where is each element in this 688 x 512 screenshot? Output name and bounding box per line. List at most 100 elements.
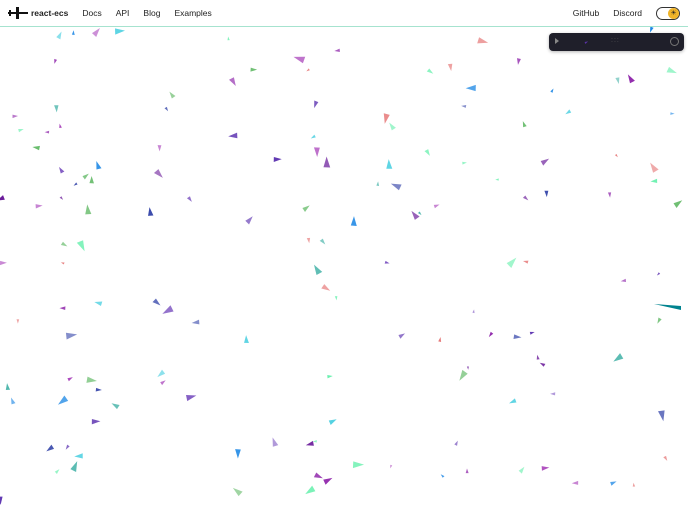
paper-plane xyxy=(386,159,393,169)
paper-plane xyxy=(245,216,253,225)
paper-plane xyxy=(627,74,635,84)
paper-plane xyxy=(383,113,390,124)
paper-plane xyxy=(607,192,612,198)
paper-plane xyxy=(650,178,658,183)
paper-plane xyxy=(522,195,529,201)
airplane-logo-icon xyxy=(8,7,28,19)
paper-plane xyxy=(306,237,311,244)
paper-plane xyxy=(663,455,668,461)
brand-name: react-ecs xyxy=(31,8,69,18)
paper-plane xyxy=(54,105,59,113)
paper-plane xyxy=(632,482,636,487)
paper-plane xyxy=(658,410,665,422)
nav-blog[interactable]: Blog xyxy=(143,8,160,18)
paper-plane xyxy=(91,418,101,425)
paper-plane xyxy=(328,419,337,425)
paper-plane xyxy=(273,157,282,162)
paper-plane xyxy=(433,204,440,209)
nav-github[interactable]: GitHub xyxy=(573,8,599,18)
paper-plane xyxy=(488,331,494,338)
paper-plane xyxy=(584,41,589,44)
paper-plane xyxy=(71,30,75,35)
nav-examples[interactable]: Examples xyxy=(174,8,211,18)
paper-plane xyxy=(111,403,120,410)
paper-plane xyxy=(541,466,550,471)
paper-plane xyxy=(306,68,310,72)
paper-plane xyxy=(89,176,94,184)
paper-plane xyxy=(614,153,618,158)
paper-plane xyxy=(313,264,323,275)
paper-plane xyxy=(74,453,83,459)
paper-plane xyxy=(160,380,166,386)
paper-plane xyxy=(57,395,69,405)
paper-plane xyxy=(59,166,65,174)
sun-icon: ☀ xyxy=(668,7,679,19)
paper-plane xyxy=(472,309,475,314)
paper-plane xyxy=(384,260,390,264)
paper-plane xyxy=(235,449,241,459)
paper-plane xyxy=(376,181,380,186)
paper-plane xyxy=(293,56,306,64)
paper-plane xyxy=(459,369,468,381)
paper-planes-canvas xyxy=(0,27,683,505)
paper-plane xyxy=(438,337,442,343)
paper-plane xyxy=(424,149,430,156)
paper-plane xyxy=(656,272,661,276)
paper-plane xyxy=(466,366,469,370)
paper-plane xyxy=(232,487,243,497)
paper-plane xyxy=(540,158,550,166)
paper-plane xyxy=(310,134,316,139)
paper-plane xyxy=(313,472,323,479)
paper-plane xyxy=(0,195,5,201)
paper-plane xyxy=(95,387,102,392)
paper-plane xyxy=(417,211,422,216)
paper-plane xyxy=(323,477,333,485)
brand-link[interactable]: react-ecs xyxy=(8,6,68,20)
paper-plane xyxy=(157,145,162,152)
paper-plane xyxy=(465,468,469,474)
paper-plane xyxy=(620,278,627,282)
paper-plane xyxy=(12,114,19,119)
paper-plane xyxy=(615,77,620,84)
paper-plane xyxy=(86,376,97,383)
paper-plane xyxy=(411,210,420,220)
paper-plane xyxy=(522,121,527,128)
paper-plane xyxy=(544,190,549,198)
paper-plane xyxy=(350,216,357,227)
theme-toggle[interactable]: ☀ xyxy=(656,6,680,20)
paper-plane xyxy=(654,304,681,310)
paper-plane xyxy=(650,27,654,33)
paper-plane xyxy=(272,437,279,447)
paper-plane xyxy=(115,28,126,35)
paper-plane xyxy=(516,58,521,65)
paper-plane xyxy=(67,377,73,382)
paper-plane xyxy=(536,354,540,360)
paper-plane xyxy=(673,200,683,208)
paper-plane xyxy=(56,31,62,40)
paper-plane xyxy=(46,444,55,452)
nav-discord[interactable]: Discord xyxy=(613,8,642,18)
paper-plane xyxy=(314,100,319,109)
nav-docs[interactable]: Docs xyxy=(82,8,101,18)
paper-plane xyxy=(16,319,20,324)
paper-plane xyxy=(321,284,331,291)
paper-plane xyxy=(454,440,458,446)
nav-api[interactable]: API xyxy=(116,8,130,18)
paper-plane xyxy=(670,112,675,115)
top-navigation: react-ecs Docs API Blog Examples GitHub … xyxy=(0,0,688,27)
paper-plane xyxy=(390,183,402,191)
paper-plane xyxy=(54,469,60,474)
paper-plane xyxy=(0,496,3,505)
paper-plane xyxy=(465,84,476,92)
paper-plane xyxy=(229,77,236,87)
paper-plane xyxy=(506,257,517,269)
paper-plane xyxy=(18,129,24,133)
paper-plane xyxy=(54,58,58,64)
paper-plane xyxy=(85,204,92,215)
paper-plane xyxy=(65,332,78,340)
paper-plane xyxy=(153,169,163,178)
paper-plane xyxy=(327,375,333,379)
paper-plane xyxy=(518,466,525,474)
paper-plane xyxy=(390,464,393,469)
paper-plane xyxy=(666,66,677,74)
